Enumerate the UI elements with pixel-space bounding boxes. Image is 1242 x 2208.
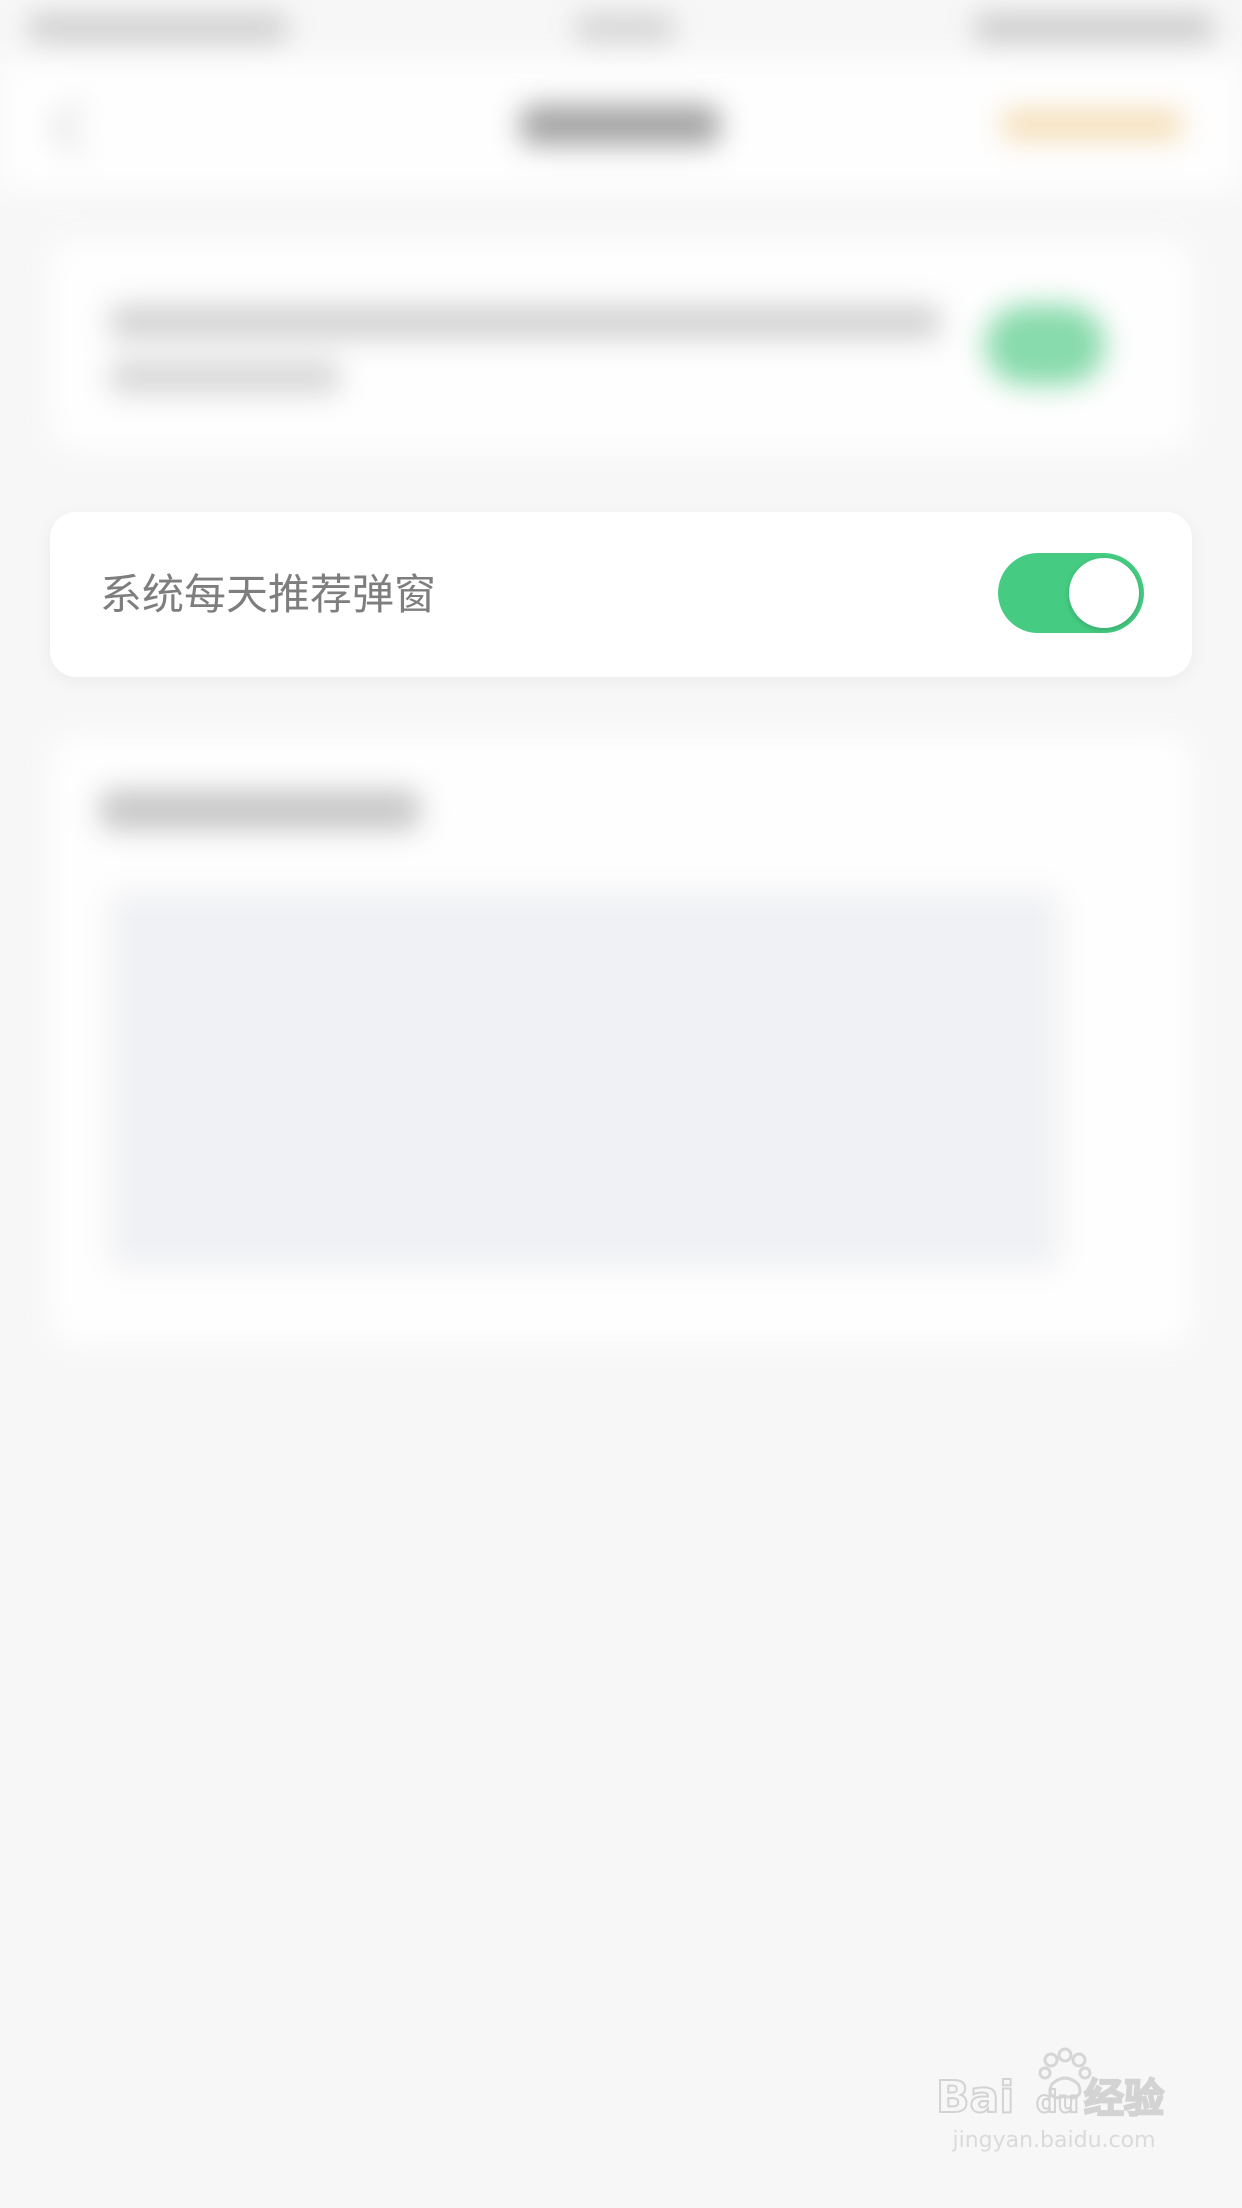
svg-text:du: du (1036, 2085, 1079, 2120)
background-text-area (110, 890, 1060, 1270)
toggle-knob (1069, 558, 1139, 628)
status-left-indicators (28, 14, 288, 42)
back-icon (52, 102, 103, 153)
nav-title (520, 105, 720, 145)
daily-popup-label: 系统每天推荐弹窗 (100, 570, 437, 619)
nav-action (1002, 110, 1182, 140)
status-bar (0, 0, 1242, 60)
daily-popup-setting-row: 系统每天推荐弹窗 (50, 512, 1192, 677)
nav-bar (0, 60, 1242, 190)
svg-text:经验: 经验 (1084, 2076, 1164, 2122)
status-time (575, 14, 675, 42)
watermark-url: jingyan.baidu.com (952, 2128, 1156, 2153)
svg-text:Bai: Bai (936, 2072, 1014, 2123)
daily-popup-toggle[interactable] (998, 553, 1144, 633)
status-right-indicators (974, 14, 1214, 42)
screen: 系统每天推荐弹窗 Bai du 经验 jingyan.baidu.com (0, 0, 1242, 2208)
background-text-line (110, 360, 340, 394)
background-text-line (110, 305, 940, 339)
baidu-jingyan-logo: Bai du 经验 (935, 2047, 1165, 2124)
baidu-jingyan-watermark: Bai du 经验 jingyan.baidu.com (934, 2046, 1174, 2166)
background-card-title (100, 790, 420, 830)
blurred-background (0, 0, 1242, 2208)
background-toggle (985, 305, 1105, 385)
